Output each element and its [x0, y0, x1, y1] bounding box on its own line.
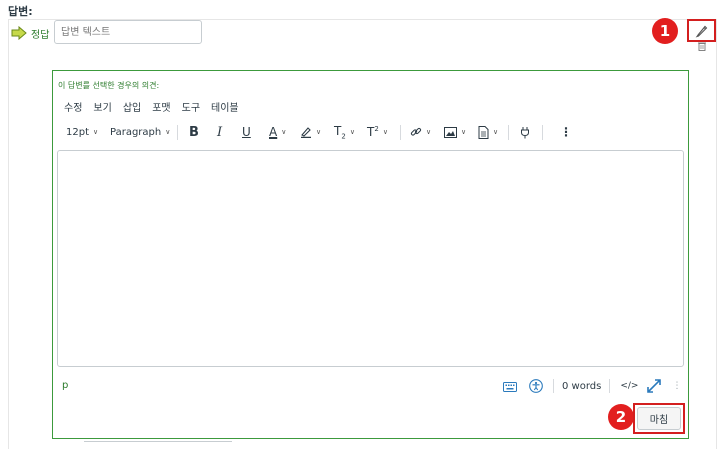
edit-answer-button[interactable] — [687, 19, 716, 42]
pencil-icon — [695, 25, 707, 38]
correct-answer-label: 정답 — [31, 30, 50, 41]
image-icon — [444, 126, 457, 138]
step-2-badge: 2 — [608, 404, 634, 430]
word-count: 0 words — [562, 380, 602, 392]
superscript-button[interactable]: T2 ∨ — [367, 123, 388, 141]
trash-icon[interactable] — [697, 41, 707, 51]
document-icon — [478, 125, 489, 139]
menu-format[interactable]: 포맷 — [152, 99, 170, 114]
menu-tools[interactable]: 도구 — [182, 99, 200, 114]
toolbar-divider — [542, 125, 543, 140]
chevron-down-icon: ∨ — [316, 128, 322, 136]
answers-label: 답변: — [8, 5, 33, 18]
chevron-down-icon: ∨ — [93, 128, 99, 136]
plug-icon — [521, 126, 529, 138]
menu-insert[interactable]: 삽입 — [123, 99, 141, 114]
element-path[interactable]: p — [62, 380, 68, 391]
chevron-down-icon: ∨ — [165, 128, 171, 136]
toolbar-divider — [508, 125, 509, 140]
highlighter-icon — [301, 127, 311, 138]
status-divider — [553, 379, 554, 393]
highlight-color-button[interactable]: ∨ — [300, 123, 321, 141]
chevron-down-icon: ∨ — [461, 128, 467, 136]
subscript-button[interactable]: T2 ∨ — [334, 123, 355, 141]
step-1-badge: 1 — [652, 18, 678, 44]
toolbar-divider — [400, 125, 401, 140]
chevron-down-icon: ∨ — [382, 128, 388, 136]
superscript-icon: T2 — [367, 125, 379, 139]
menu-edit[interactable]: 수정 — [64, 99, 82, 114]
feedback-label: 이 답변를 선택한 경우의 의견: — [58, 81, 160, 90]
menu-table[interactable]: 테이블 — [211, 99, 239, 114]
menu-view[interactable]: 보기 — [93, 99, 111, 114]
resize-handle-icon[interactable]: ⋮ — [672, 381, 681, 391]
editor-status-bar: 0 words </> ⋮ — [503, 377, 681, 395]
answer-text-input[interactable] — [54, 20, 202, 44]
image-button[interactable]: ∨ — [444, 123, 466, 141]
chevron-down-icon: ∨ — [426, 128, 432, 136]
toolbar-divider — [177, 125, 178, 140]
editor-menubar: 수정 보기 삽입 포맷 도구 테이블 — [64, 99, 250, 114]
fullscreen-icon[interactable] — [646, 378, 662, 394]
underline-icon[interactable]: U — [242, 123, 251, 141]
correct-answer-arrow-icon — [11, 26, 27, 40]
html-editor-toggle[interactable]: </> — [620, 381, 638, 391]
chevron-down-icon: ∨ — [493, 128, 499, 136]
text-color-icon: A — [269, 125, 278, 139]
chevron-down-icon: ∨ — [281, 128, 287, 136]
italic-icon[interactable]: I — [217, 123, 222, 141]
font-size-value: 12pt — [66, 126, 89, 138]
feedback-text-area[interactable] — [57, 150, 684, 367]
apps-button[interactable] — [519, 123, 532, 141]
done-button[interactable]: 마침 — [637, 407, 681, 430]
accessibility-icon[interactable] — [529, 379, 543, 393]
document-button[interactable]: ∨ — [478, 123, 498, 141]
done-button-highlight: 마침 — [633, 403, 685, 434]
block-format-value: Paragraph — [110, 126, 162, 138]
status-divider — [609, 379, 611, 393]
more-options-icon[interactable]: ⋮ — [560, 123, 572, 141]
link-button[interactable]: ∨ — [410, 123, 431, 141]
next-answer-field-edge — [84, 441, 232, 442]
subscript-icon: T2 — [334, 123, 346, 141]
block-format-select[interactable]: Paragraph ∨ — [110, 123, 170, 141]
font-size-select[interactable]: 12pt ∨ — [66, 123, 98, 141]
link-icon — [410, 127, 422, 136]
keyboard-icon[interactable] — [503, 381, 517, 392]
text-color-button[interactable]: A ∨ — [269, 123, 286, 141]
chevron-down-icon: ∨ — [349, 128, 355, 136]
bold-icon[interactable]: B — [189, 123, 199, 141]
